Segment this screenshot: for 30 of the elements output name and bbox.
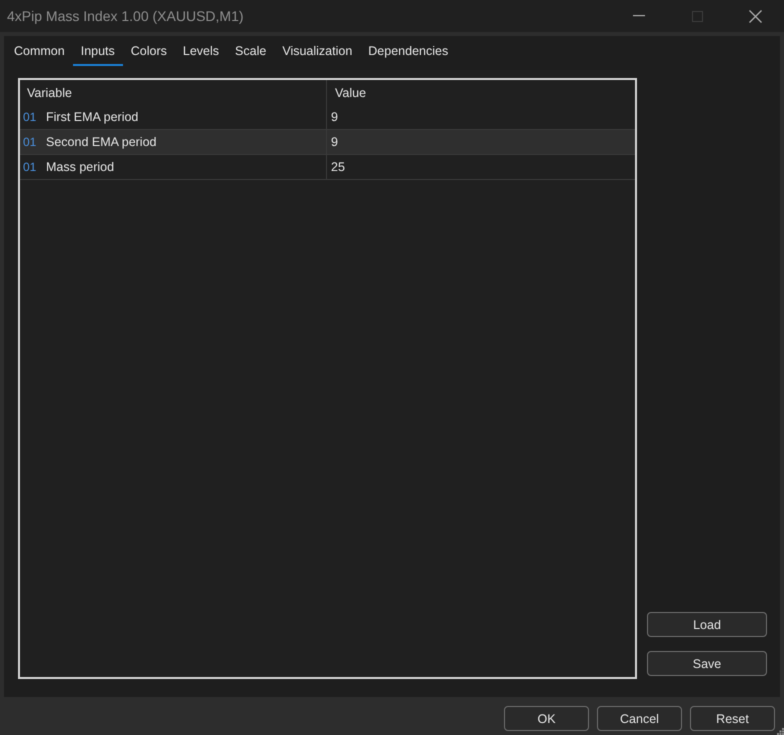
tab[interactable]: Common: [6, 36, 73, 66]
ok-button[interactable]: OK: [504, 706, 589, 731]
tab[interactable]: Inputs: [72, 36, 123, 66]
value-cell[interactable]: 9: [331, 135, 338, 149]
resize-grip-icon[interactable]: [777, 728, 784, 735]
cancel-button[interactable]: Cancel: [597, 706, 682, 731]
tab[interactable]: Scale: [227, 36, 274, 66]
close-icon: [748, 10, 762, 22]
save-button[interactable]: Save: [647, 651, 767, 676]
tab[interactable]: Dependencies: [360, 36, 456, 66]
tab[interactable]: Visualization: [274, 36, 360, 66]
value-cell[interactable]: 9: [331, 110, 338, 124]
variable-name: Second EMA period: [46, 135, 156, 149]
table-row[interactable]: 01 Second EMA period 9: [20, 130, 635, 155]
table-row[interactable]: 01 Mass period 25: [20, 155, 635, 180]
integer-type-icon: 01: [23, 110, 39, 124]
column-header[interactable]: Value: [327, 80, 635, 105]
window-title: 4xPip Mass Index 1.00 (XAUUSD,M1): [7, 8, 244, 24]
reset-button[interactable]: Reset: [690, 706, 775, 731]
variable-name: Mass period: [46, 160, 114, 174]
variable-name: First EMA period: [46, 110, 138, 124]
tab[interactable]: Levels: [174, 36, 228, 66]
integer-type-icon: 01: [23, 135, 39, 149]
value-cell[interactable]: 25: [331, 160, 345, 174]
integer-type-icon: 01: [23, 160, 39, 174]
table-row[interactable]: 01 First EMA period 9: [20, 105, 635, 130]
load-button[interactable]: Load: [647, 612, 767, 637]
maximize-icon: [692, 10, 702, 22]
tab[interactable]: Colors: [122, 36, 175, 66]
minimize-icon: [633, 15, 645, 17]
